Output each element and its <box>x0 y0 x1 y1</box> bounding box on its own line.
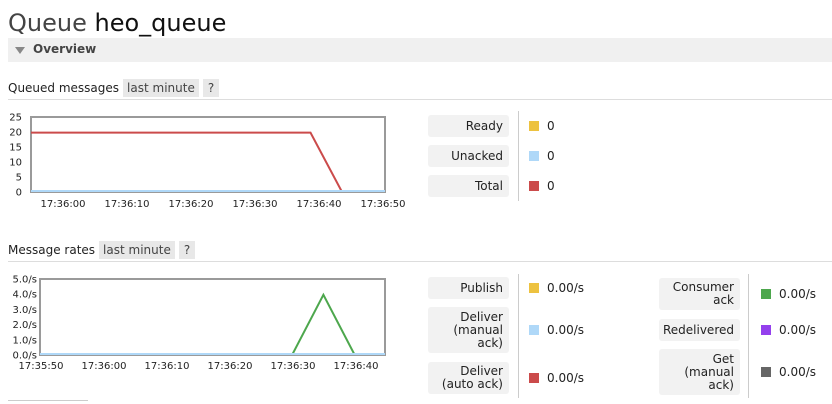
legend-divider <box>748 274 749 398</box>
x-tick-label: 17:36:20 <box>208 361 253 372</box>
divider <box>8 99 832 100</box>
legend-swatch <box>529 121 539 131</box>
rates-legend-button[interactable]: Deliver (manual ack) <box>428 307 509 353</box>
y-tick-label: 1.0/s <box>13 335 37 346</box>
y-tick-label: 25 <box>9 113 22 124</box>
queued-messages-header: Queued messages last minute ? <box>8 78 220 98</box>
queued-messages-label: Queued messages <box>8 81 120 95</box>
queued-legend-button[interactable]: Unacked <box>428 145 509 167</box>
x-tick-label: 17:36:10 <box>105 199 150 210</box>
plot-frame <box>39 278 386 356</box>
legend-value-text: 0.00/s <box>779 323 817 337</box>
legend-swatch <box>529 325 539 335</box>
rates-legend-button[interactable]: Redelivered <box>659 319 740 341</box>
y-tick-label: 3.0/s <box>13 305 37 316</box>
series-line-consumer-ack <box>40 292 385 355</box>
rates-legend-button[interactable]: Publish <box>428 277 509 299</box>
queued-legend-label: Ready <box>465 118 503 133</box>
x-tick-label: 17:36:40 <box>334 361 379 372</box>
y-tick-label: 15 <box>9 143 22 154</box>
page-title-prefix: Queue <box>8 9 87 37</box>
y-tick-label: 5.0/s <box>13 275 37 286</box>
x-tick-label: 17:36:00 <box>41 199 86 210</box>
series-line-total <box>31 131 385 192</box>
legend-value-text: 0.00/s <box>779 365 817 379</box>
queued-legend-value: 0 <box>529 175 555 197</box>
chart-2: 0.0/s 1.0/s 2.0/s 3.0/s 4.0/s 5.0/s 17:35:50 17… <box>13 275 386 372</box>
legend-value-text: 0 <box>547 119 555 133</box>
rates-legend-button[interactable]: Deliver (auto ack) <box>428 362 509 394</box>
queued-legend-button[interactable]: Total <box>428 175 509 197</box>
y-tick-label: 4.0/s <box>13 290 37 301</box>
x-tick-label: 17:35:50 <box>19 361 64 372</box>
y-tick-label: 2.0/s <box>13 320 37 331</box>
legend-swatch <box>529 151 539 161</box>
rates-legend-label: Publish <box>460 280 503 295</box>
legend-swatch <box>761 289 771 299</box>
queued-legend-label: Unacked <box>451 148 503 163</box>
y-tick-label: 5 <box>16 173 22 184</box>
x-tick-label: 17:36:30 <box>233 199 278 210</box>
x-tick-label: 17:36:00 <box>82 361 127 372</box>
x-tick-label: 17:36:50 <box>361 199 406 210</box>
queued-legend-value: 0 <box>529 115 555 137</box>
legend-swatch <box>529 373 539 383</box>
y-tick-label: 0 <box>16 188 22 199</box>
legend-swatch <box>761 367 771 377</box>
rates-legend-value: 0.00/s <box>529 307 584 353</box>
queued-legend-value: 0 <box>529 145 555 167</box>
plot-frame <box>30 116 386 193</box>
y-tick-label: 10 <box>9 158 22 169</box>
rates-legend-button[interactable]: Consumer ack <box>659 278 740 310</box>
x-tick-label: 17:36:20 <box>169 199 214 210</box>
queued-range-selector[interactable]: last minute <box>123 79 199 97</box>
rates-legend-value: 0.00/s <box>761 349 816 395</box>
y-tick-label: 20 <box>9 128 22 139</box>
legend-value-text: 0.00/s <box>547 371 585 385</box>
legend-value-text: 0.00/s <box>547 323 585 337</box>
legend-value-text: 0 <box>547 179 555 193</box>
legend-value-text: 0 <box>547 149 555 163</box>
divider <box>8 400 88 403</box>
legend-divider <box>518 111 519 201</box>
legend-value-text: 0.00/s <box>779 287 817 301</box>
message-rates-label: Message rates <box>8 243 96 257</box>
page-title: Queue heo_queue <box>8 8 226 38</box>
queue-name: heo_queue <box>94 9 227 37</box>
queued-legend-button[interactable]: Ready <box>428 115 509 137</box>
rates-legend-label: Deliver (manual ack) <box>453 309 503 350</box>
rates-legend-label: Get (manual ack) <box>684 351 734 392</box>
rates-legend-label: Consumer ack <box>672 280 734 307</box>
rates-legend-label: Redelivered <box>662 322 734 337</box>
rates-legend-value: 0.00/s <box>761 278 816 310</box>
queued-legend-label: Total <box>474 178 503 193</box>
message-rates-header: Message rates last minute ? <box>8 240 196 260</box>
divider <box>8 261 832 262</box>
legend-swatch <box>529 283 539 293</box>
legend-value-text: 0.00/s <box>547 281 585 295</box>
rates-legend-value: 0.00/s <box>761 319 816 341</box>
legend-swatch <box>761 325 771 335</box>
x-tick-label: 17:36:30 <box>271 361 316 372</box>
rates-legend-value: 0.00/s <box>529 362 584 394</box>
rates-legend-button[interactable]: Get (manual ack) <box>659 349 740 395</box>
collapse-triangle-icon <box>15 47 25 54</box>
chart-1: 0 5 10 15 20 25 17:36:00 17:36:10 17:36:20 17:36:… <box>9 113 405 211</box>
queued-help-button[interactable]: ? <box>202 79 220 97</box>
legend-divider <box>518 274 519 398</box>
legend-swatch <box>529 181 539 191</box>
x-tick-label: 17:36:40 <box>297 199 342 210</box>
rates-help-button[interactable]: ? <box>178 241 196 259</box>
rates-range-selector[interactable]: last minute <box>99 241 175 259</box>
x-tick-label: 17:36:10 <box>145 361 190 372</box>
overview-section-label: Overview <box>33 42 97 56</box>
rates-legend-value: 0.00/s <box>529 277 584 299</box>
y-tick-label: 0.0/s <box>13 351 37 362</box>
overview-section-toggle[interactable]: Overview <box>8 38 832 62</box>
rates-legend-label: Deliver (auto ack) <box>441 364 503 391</box>
